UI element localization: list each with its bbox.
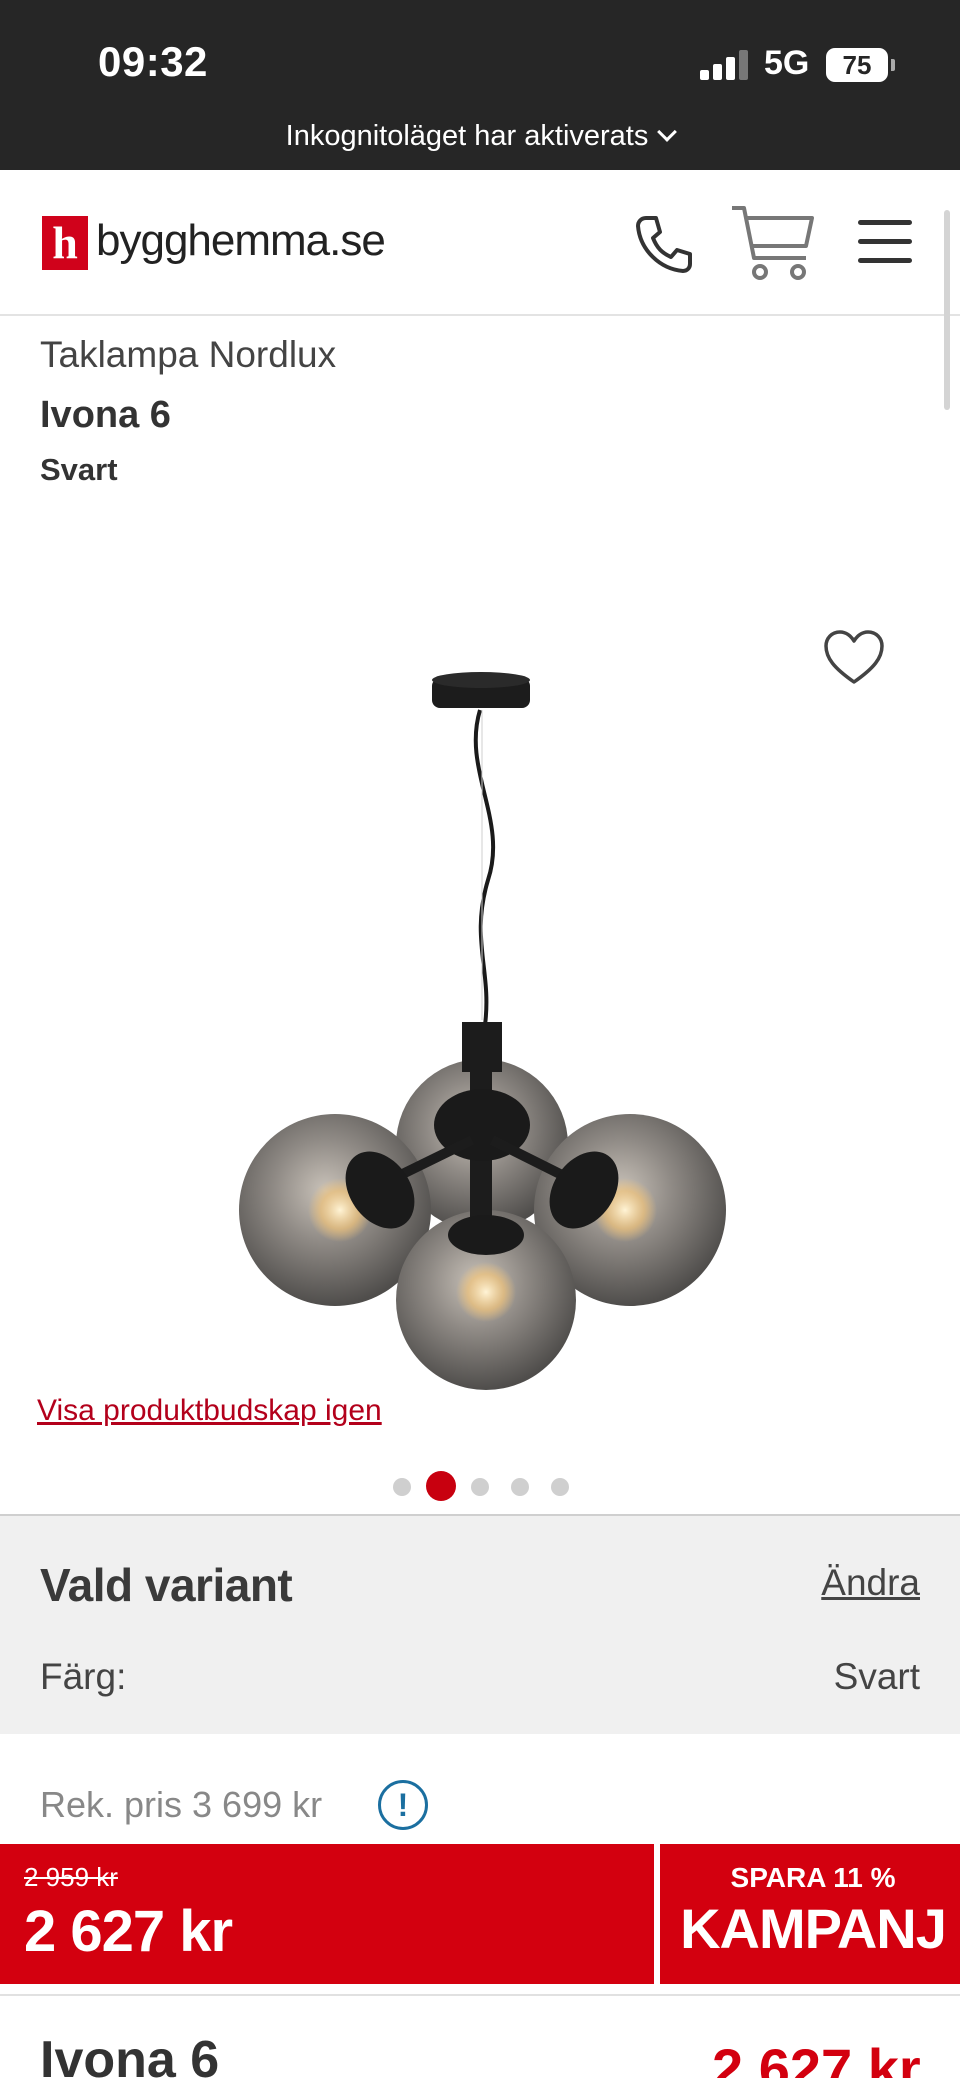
pagination-dot[interactable] bbox=[471, 1478, 489, 1496]
variant-title: Vald variant bbox=[40, 1559, 293, 1611]
logo-mark: h bbox=[42, 216, 88, 270]
sticky-product-price: 2 627 kr bbox=[712, 2037, 921, 2078]
price-banner: 2 959 kr 2 627 kr SPARA 11 % KAMPANJ bbox=[0, 1844, 960, 1984]
campaign-label: KAMPANJ bbox=[680, 1897, 947, 1960]
product-category-brand: Taklampa Nordlux bbox=[40, 334, 337, 375]
battery-icon: 75 bbox=[826, 48, 895, 82]
status-bar: 09:32 5G 75 Inkognitoläget har aktiverat… bbox=[0, 0, 960, 170]
network-type: 5G bbox=[764, 44, 810, 82]
signal-icon bbox=[700, 50, 752, 80]
cart-icon[interactable] bbox=[730, 202, 816, 284]
current-price: 2 627 kr bbox=[24, 1899, 233, 1964]
selected-variant-panel: Vald variant Ändra Färg: Svart bbox=[0, 1514, 960, 1734]
site-header: h bygghemma.se bbox=[0, 170, 960, 316]
status-time: 09:32 bbox=[98, 38, 208, 85]
product-color: Svart bbox=[40, 452, 118, 487]
chevron-down-icon bbox=[657, 122, 678, 142]
menu-icon[interactable] bbox=[858, 220, 912, 264]
phone-icon[interactable] bbox=[632, 212, 696, 276]
pagination-dot-active[interactable] bbox=[426, 1471, 456, 1501]
divider bbox=[0, 1994, 960, 1996]
pagination-dot[interactable] bbox=[393, 1478, 411, 1496]
logo-text: bygghemma.se bbox=[96, 216, 386, 265]
scrollbar[interactable] bbox=[944, 210, 950, 410]
product-image[interactable] bbox=[230, 670, 740, 1400]
info-icon[interactable]: ! bbox=[378, 1780, 428, 1830]
pagination-dot[interactable] bbox=[551, 1478, 569, 1496]
variant-color-value: Svart bbox=[833, 1656, 920, 1697]
show-product-message-link[interactable]: Visa produktbudskap igen bbox=[37, 1394, 382, 1428]
heart-icon[interactable] bbox=[822, 628, 886, 686]
old-price: 2 959 kr bbox=[24, 1862, 118, 1892]
incognito-text: Inkognitoläget har aktiverats bbox=[285, 120, 649, 152]
product-name: Ivona 6 bbox=[40, 394, 171, 436]
price-box: 2 959 kr 2 627 kr bbox=[0, 1844, 660, 1984]
variant-color-label: Färg: bbox=[40, 1656, 127, 1697]
campaign-box: SPARA 11 % KAMPANJ bbox=[666, 1844, 960, 1984]
pagination-dot[interactable] bbox=[511, 1478, 529, 1496]
save-percent: SPARA 11 % bbox=[730, 1862, 896, 1893]
incognito-banner[interactable]: Inkognitoläget har aktiverats bbox=[0, 120, 960, 153]
recommended-price: Rek. pris 3 699 kr bbox=[40, 1784, 323, 1825]
change-variant-link[interactable]: Ändra bbox=[821, 1562, 920, 1604]
sticky-product-name: Ivona 6 bbox=[40, 2031, 220, 2078]
